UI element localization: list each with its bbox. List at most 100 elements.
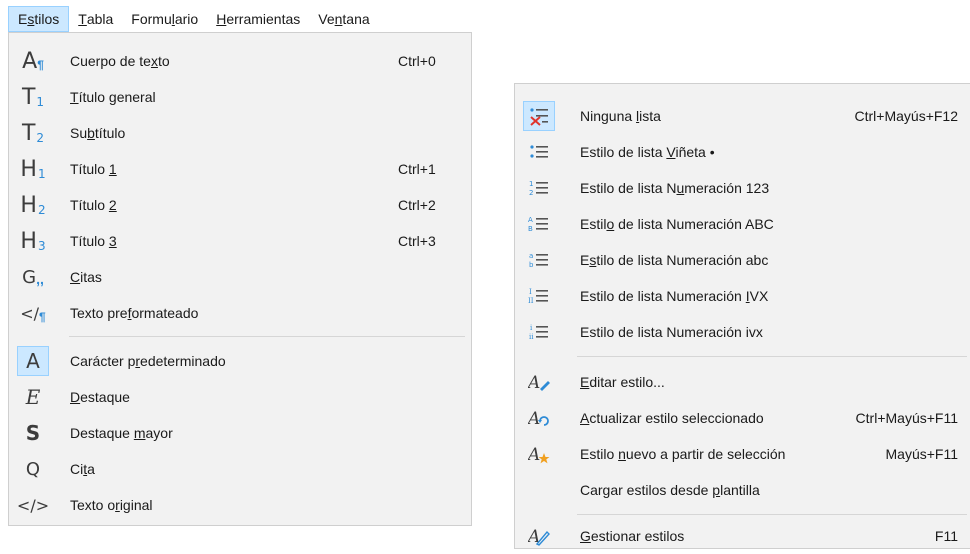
alpha-lower-list-icon: a b: [524, 246, 554, 274]
menu-item-heading-2[interactable]: H2 Título 2 Ctrl+2: [10, 187, 470, 223]
shortcut: Ctrl+3: [398, 233, 436, 249]
menu-item-quote[interactable]: Q Cita: [10, 451, 470, 487]
menu-item-heading-1[interactable]: H1 Título 1 Ctrl+1: [10, 151, 470, 187]
shortcut: Ctrl+2: [398, 197, 436, 213]
menu-item-quotations[interactable]: G,, Citas: [10, 259, 470, 295]
menu-item-subtitle[interactable]: T2 Subtítulo: [10, 115, 470, 151]
menu-item-edit-style[interactable]: A Editar estilo...: [516, 364, 970, 400]
shortcut: Ctrl+Mayús+F12: [854, 108, 958, 124]
body-text-icon: A ¶: [22, 48, 44, 74]
shortcut: Mayús+F11: [885, 446, 959, 462]
number-list-icon: 1 2: [524, 174, 554, 202]
svg-text:II: II: [528, 297, 534, 305]
bullet-list-icon: [524, 138, 554, 166]
menu-item-bullet-list[interactable]: Estilo de lista Viñeta •: [516, 134, 970, 170]
menu-formulario[interactable]: Formu l ario: [122, 6, 207, 32]
roman-upper-list-icon: I II: [524, 282, 554, 310]
menu-item-label: Estilo de lista Viñeta •: [580, 144, 715, 160]
menu-item-emphasis[interactable]: E Destaque: [10, 379, 470, 415]
svg-text:A: A: [528, 445, 540, 464]
menu-item-number-list[interactable]: 1 2 Estilo de lista Numeración 123: [516, 170, 970, 206]
menu-item-heading-3[interactable]: H3 Título 3 Ctrl+3: [10, 223, 470, 259]
menu-item-default-character[interactable]: A Carácter predeterminado: [10, 343, 470, 379]
title-icon: T1: [21, 84, 45, 110]
subtitle-icon: T2: [21, 120, 45, 146]
svg-text:A: A: [528, 216, 533, 224]
roman-lower-list-icon: i ii: [524, 318, 554, 346]
menu-item-source-text[interactable]: </> Texto original: [10, 487, 470, 523]
svg-text:2: 2: [529, 189, 533, 197]
menu-item-load-styles[interactable]: Cargar estilos desde plantilla: [516, 472, 970, 508]
menu-item-label: Texto original: [70, 497, 153, 513]
separator: [577, 356, 967, 357]
menu-herramientas[interactable]: Herramientas: [207, 6, 309, 32]
menu-item-label: Título 1: [70, 161, 117, 177]
manage-styles-icon: A: [524, 522, 554, 550]
menu-item-label: Ninguna lista: [580, 108, 661, 124]
menu-item-label: Estilo de lista Numeración ABC: [580, 216, 774, 232]
menu-estilos[interactable]: Es tilos: [8, 6, 70, 32]
menu-item-title[interactable]: T1 Título general: [10, 79, 470, 115]
menu-item-label: Citas: [70, 269, 102, 285]
heading-3-icon: H3: [20, 228, 46, 254]
menu-item-label: Editar estilo...: [580, 374, 665, 390]
edit-style-icon: A: [524, 368, 554, 396]
menu-item-label: Cargar estilos desde plantilla: [580, 482, 760, 498]
menu-tabla[interactable]: Tabla: [69, 6, 122, 32]
menu-item-label: Estilo de lista Numeración 123: [580, 180, 770, 196]
default-character-icon: A: [17, 346, 49, 376]
menu-item-label: Estilo de lista Numeración IVX: [580, 288, 769, 304]
menu-item-label: Destaque mayor: [70, 425, 173, 441]
menu-item-label: Cita: [70, 461, 95, 477]
svg-text:B: B: [528, 225, 533, 233]
source-text-icon: </>: [16, 495, 50, 515]
styles-menu: A ¶ Cuerpo de texto Ctrl+0 T1 Título gene…: [8, 32, 472, 526]
menu-item-label: Título general: [70, 89, 156, 105]
quote-icon: Q: [25, 458, 41, 480]
shortcut: Ctrl+Mayús+F11: [855, 410, 958, 426]
menu-item-strong-emphasis[interactable]: S Destaque mayor: [10, 415, 470, 451]
menu-item-body-text[interactable]: A ¶ Cuerpo de texto Ctrl+0: [10, 43, 470, 79]
menubar: Es tilos Tabla Formu l ario Herramientas Ve…: [8, 6, 470, 32]
menu-item-preformatted[interactable]: </¶ Texto preformateado: [10, 295, 470, 331]
quotations-icon: G,,: [22, 266, 44, 288]
separator: [69, 336, 465, 337]
strong-emphasis-icon: S: [25, 421, 41, 445]
menu-item-label: Actualizar estilo seleccionado: [580, 410, 764, 426]
separator: [577, 514, 967, 515]
svg-text:a: a: [529, 252, 533, 260]
shortcut: Ctrl+0: [398, 53, 436, 69]
menu-item-label: Gestionar estilos: [580, 528, 685, 544]
menu-ventana[interactable]: Ve n tana: [309, 6, 378, 32]
preformatted-text-icon: </¶: [20, 303, 46, 325]
menu-item-label: Estilo de lista Numeración abc: [580, 252, 769, 268]
no-list-icon: [523, 101, 555, 131]
menu-item-new-style[interactable]: A Estilo nuevo a partir de selección May…: [516, 436, 970, 472]
menu-item-label: Carácter predeterminado: [70, 353, 226, 369]
menu-item-label: Cuerpo de texto: [70, 53, 170, 69]
menu-item-roman-lower-list[interactable]: i ii Estilo de lista Numeración ivx: [516, 314, 970, 350]
new-style-icon: A: [524, 440, 554, 468]
menu-item-label: Título 2: [70, 197, 117, 213]
shortcut: F11: [934, 528, 958, 544]
menu-item-alpha-lower-list[interactable]: a b Estilo de lista Numeración abc: [516, 242, 970, 278]
heading-1-icon: H1: [20, 156, 46, 182]
menu-item-update-style[interactable]: A Actualizar estilo seleccionado Ctrl+Ma…: [516, 400, 970, 436]
alpha-upper-list-icon: A B: [524, 210, 554, 238]
svg-text:A: A: [528, 409, 540, 428]
svg-text:b: b: [529, 261, 534, 269]
svg-text:A: A: [528, 373, 540, 392]
svg-text:1: 1: [529, 180, 533, 188]
menu-item-label: Estilo de lista Numeración ivx: [580, 324, 763, 340]
menu-item-alpha-upper-list[interactable]: A B Estilo de lista Numeración ABC: [516, 206, 970, 242]
svg-text:i: i: [530, 324, 533, 332]
emphasis-icon: E: [25, 385, 41, 409]
menu-item-no-list[interactable]: Ninguna lista Ctrl+Mayús+F12: [516, 98, 970, 134]
menu-item-label: Título 3: [70, 233, 117, 249]
list-styles-menu: Ninguna lista Ctrl+Mayús+F12 Estilo de l…: [514, 83, 970, 549]
menu-item-roman-upper-list[interactable]: I II Estilo de lista Numeración IVX: [516, 278, 970, 314]
update-style-icon: A: [524, 404, 554, 432]
menu-item-label: Texto preformateado: [70, 305, 199, 321]
menu-item-label: Destaque: [70, 389, 130, 405]
heading-2-icon: H2: [20, 192, 46, 218]
